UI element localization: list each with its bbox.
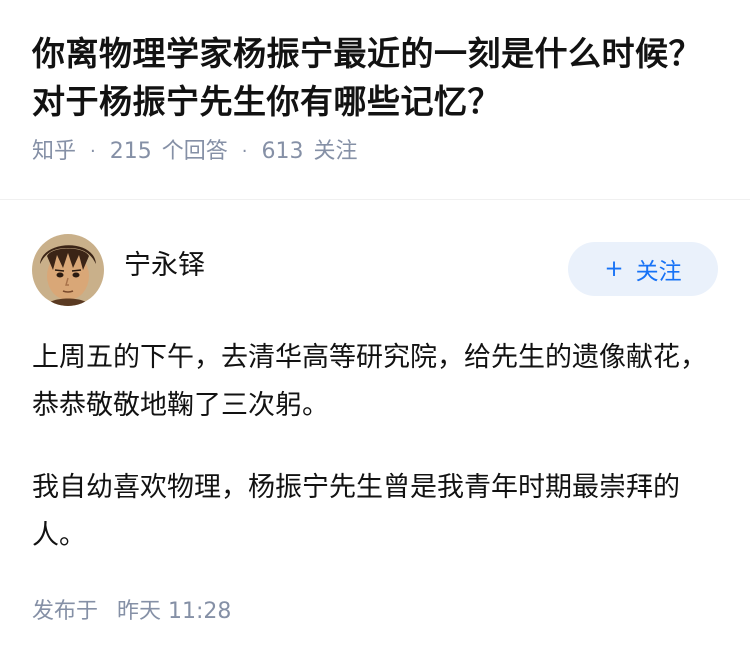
answer-body[interactable]: 上周五的下午，去清华高等研究院，给先生的遗像献花，恭恭敬敬地鞠了三次躬。 我自幼… bbox=[32, 334, 718, 594]
follower-count: 613 bbox=[261, 139, 304, 164]
author-name[interactable]: 宁永铎 bbox=[124, 243, 205, 282]
question-header: 你离物理学家杨振宁最近的一刻是什么时候？对于杨振宁先生你有哪些记忆？ 知乎 · … bbox=[0, 0, 750, 200]
avatar-image bbox=[32, 234, 104, 306]
follow-button[interactable]: + 关注 bbox=[568, 242, 718, 296]
meta-separator: · bbox=[241, 141, 248, 162]
publish-label: 发布于 bbox=[32, 599, 99, 624]
follow-button-label: 关注 bbox=[635, 259, 682, 285]
publish-time-value: 昨天 11:28 bbox=[117, 599, 232, 624]
source-label[interactable]: 知乎 bbox=[32, 136, 76, 168]
question-meta: 知乎 · 215 个回答 · 613 关注 bbox=[32, 136, 718, 168]
answer-count: 215 bbox=[109, 139, 152, 164]
answer-count-label[interactable]: 个回答 bbox=[162, 136, 228, 168]
plus-icon: + bbox=[604, 256, 624, 282]
answer-paragraph: 我自幼喜欢物理，杨振宁先生曾是我青年时期最崇拜的人。 bbox=[32, 472, 680, 551]
question-title[interactable]: 你离物理学家杨振宁最近的一刻是什么时候？对于杨振宁先生你有哪些记忆？ bbox=[32, 30, 718, 126]
follower-count-label: 关注 bbox=[313, 139, 358, 164]
publish-time: 发布于 昨天 11:28 bbox=[32, 596, 231, 628]
avatar[interactable] bbox=[32, 234, 104, 306]
meta-separator: · bbox=[90, 141, 96, 162]
answer-author: 宁永铎 + 关注 bbox=[32, 234, 718, 306]
answer-paragraph: 上周五的下午，去清华高等研究院，给先生的遗像献花，恭恭敬敬地鞠了三次躬。 bbox=[32, 342, 707, 421]
